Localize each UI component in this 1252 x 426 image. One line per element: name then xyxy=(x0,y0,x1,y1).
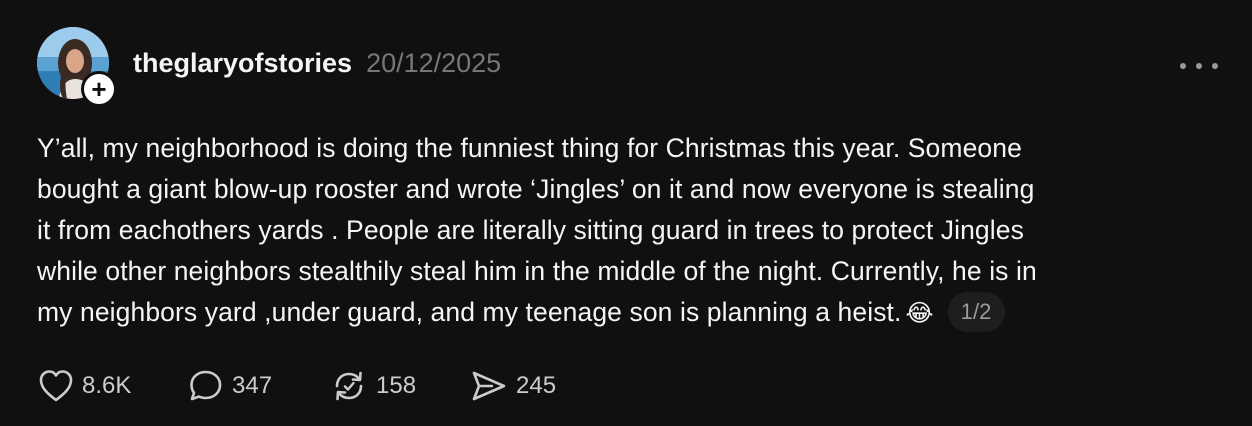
comment-bubble-icon xyxy=(190,370,222,401)
page-indicator[interactable]: 1/2 xyxy=(947,292,1005,332)
more-horizontal-icon xyxy=(1212,63,1218,69)
like-button[interactable]: 8.6K xyxy=(38,369,188,403)
send-icon xyxy=(472,371,506,401)
post-header: theglaryofstories 20/12/2025 xyxy=(133,48,501,79)
like-count: 8.6K xyxy=(82,372,132,399)
repost-icon xyxy=(335,371,363,401)
share-button[interactable]: 245 xyxy=(470,369,556,403)
post-card: + theglaryofstories 20/12/2025 Y’all, my… xyxy=(0,0,1252,426)
post-text-line: bought a giant blow-up rooster and wrote… xyxy=(37,174,1035,204)
post-text-line: while other neighbors stealthily steal h… xyxy=(37,256,1037,286)
author-username[interactable]: theglaryofstories xyxy=(133,48,352,79)
author-avatar-container[interactable]: + xyxy=(37,27,117,107)
repost-count: 158 xyxy=(376,372,417,399)
post-text-line: it from eachothers yards . People are li… xyxy=(37,215,1024,245)
more-horizontal-icon xyxy=(1196,63,1202,69)
reply-button[interactable]: 347 xyxy=(188,369,330,403)
post-text-line: Y’all, my neighborhood is doing the funn… xyxy=(37,133,1022,163)
post-text-last-line: my neighbors yard ,under guard, and my t… xyxy=(37,292,1217,334)
action-bar: 8.6K 347 158 245 xyxy=(38,368,556,404)
post-timestamp: 20/12/2025 xyxy=(366,48,502,78)
repost-button[interactable]: 158 xyxy=(330,369,470,403)
follow-button[interactable]: + xyxy=(81,71,117,107)
post-body: Y’all, my neighborhood is doing the funn… xyxy=(37,128,1217,334)
more-horizontal-icon xyxy=(1180,63,1186,69)
post-text-line: my neighbors yard ,under guard, and my t… xyxy=(37,297,902,327)
heart-icon xyxy=(39,370,73,402)
plus-icon: + xyxy=(91,74,107,104)
share-count: 245 xyxy=(516,372,557,399)
more-options-button[interactable] xyxy=(1180,58,1218,74)
laughing-emoji: 😂 xyxy=(905,300,934,327)
reply-count: 347 xyxy=(232,372,273,399)
